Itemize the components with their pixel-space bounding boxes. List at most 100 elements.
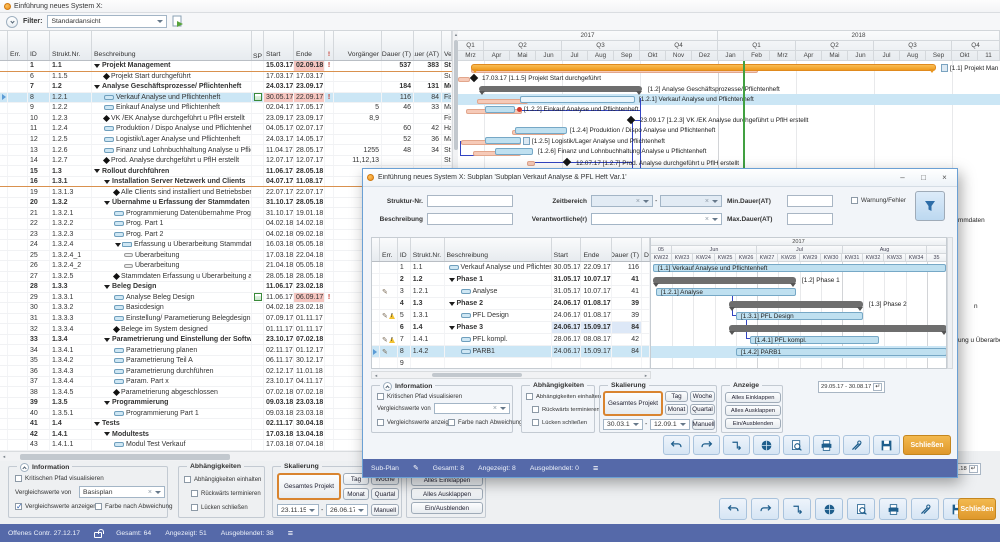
column-header[interactable]: Start (552, 238, 582, 261)
gantt-item[interactable]: [1.4.1] PFL kompl. (755, 337, 807, 344)
description-cell[interactable]: Modultests (92, 430, 252, 440)
manual-scale-button[interactable]: Manuell (371, 504, 399, 516)
scale-to-date[interactable]: 12.09.16 (650, 419, 690, 430)
description-cell[interactable]: Logistik/Lager Analyse und Pflichtenheft (92, 135, 252, 145)
row-selector[interactable] (372, 358, 380, 369)
close-gaps-checkbox[interactable]: Lücken schließen (191, 504, 248, 511)
row-selector[interactable] (0, 251, 8, 261)
row-selector[interactable] (0, 398, 8, 408)
description-cell[interactable]: PFL kompl. (445, 334, 552, 345)
list-icon[interactable]: ≡ (288, 530, 293, 536)
row-selector[interactable] (0, 430, 8, 440)
show-hide-button[interactable]: Ein/Ausblenden (411, 502, 483, 514)
export-view-icon[interactable] (172, 15, 184, 28)
description-cell[interactable]: Param. Part x (92, 377, 252, 387)
description-cell[interactable]: Beleg Design (92, 282, 252, 292)
gantt-item[interactable]: [1.3.1] PFL Design (741, 313, 794, 320)
min-duration-input[interactable] (787, 195, 833, 207)
gantt-item[interactable] (563, 158, 571, 166)
row-selector[interactable] (372, 346, 380, 357)
structure-number-input[interactable] (427, 195, 513, 207)
save-button[interactable] (873, 435, 900, 455)
gantt-item[interactable]: [1.1] Verkauf Analyse und Pflichtenheft (658, 265, 767, 272)
row-selector[interactable] (0, 72, 8, 82)
week-scale-button[interactable]: Woche (690, 391, 715, 402)
column-header[interactable]: Start (264, 31, 294, 60)
description-input[interactable] (427, 213, 513, 225)
table-row[interactable]: 8 1.2.1 Verkauf Analyse und Pflichtenhef… (0, 93, 452, 104)
show-hide-button[interactable]: Ein/Ausblenden (725, 418, 781, 429)
gantt-item[interactable] (485, 137, 521, 144)
column-header[interactable] (0, 31, 8, 60)
gantt-item[interactable] (495, 148, 533, 155)
gantt-item[interactable] (523, 137, 530, 145)
row-selector[interactable] (0, 240, 8, 250)
gantt-item[interactable]: 23.09.17 [1.2.3] VK /EK Analyse durchgef… (640, 117, 808, 124)
dialog-table-scrollbar[interactable]: ◄ ► (371, 371, 651, 379)
row-selector[interactable] (0, 440, 8, 450)
row-selector[interactable] (0, 187, 8, 197)
gantt-item[interactable]: [1.2.2] Einkauf Analyse und Pflichtenhef… (524, 106, 638, 113)
table-row[interactable]: 1 1.1 Verkauf Analyse und Pflichtenheft … (372, 262, 650, 274)
undo-button[interactable] (663, 435, 690, 455)
keep-dependencies-checkbox[interactable]: Abhängigkeiten einhalten (526, 393, 601, 400)
row-selector[interactable] (0, 272, 8, 282)
row-selector[interactable] (0, 377, 8, 387)
description-cell[interactable]: Produktion / Dispo Analyse und Pflichten… (92, 124, 252, 134)
gantt-item[interactable]: [1.2] Phase 1 (802, 277, 840, 284)
critical-path-checkbox[interactable]: Kritischen Pfad visualisieren (15, 475, 104, 482)
description-cell[interactable]: Überarbeitung (92, 261, 252, 271)
row-selector[interactable] (0, 82, 8, 92)
description-cell[interactable]: Tests (92, 419, 252, 429)
description-cell[interactable]: Parametrierung Teil A (92, 356, 252, 366)
minimize-button[interactable]: – (894, 171, 911, 184)
gantt-item[interactable] (653, 277, 796, 284)
expand-all-button[interactable]: Alles Ausklappen (725, 405, 781, 416)
gantt-item[interactable]: [1.4.2] PARB1 (741, 349, 781, 356)
column-header[interactable]: Strukt.Nr. (50, 31, 92, 60)
column-header[interactable]: Dauer (T) (612, 238, 642, 261)
unlock-icon[interactable] (94, 532, 102, 538)
table-row[interactable]: 9 (372, 358, 650, 369)
description-cell[interactable]: Phase 1 (445, 274, 552, 285)
table-row[interactable]: ✎ 3 1.2.1 Analyse 31.05.17 10.07.17 41 (372, 286, 650, 298)
row-selector[interactable] (0, 124, 8, 134)
description-cell[interactable]: Modul Test Verkauf (92, 440, 252, 450)
description-cell[interactable]: Verkauf Analyse und Pflichtenheft (445, 262, 552, 273)
close-gaps-checkbox[interactable]: Lücken schließen (532, 419, 587, 426)
column-header[interactable]: ID (398, 238, 411, 261)
description-cell[interactable]: Parametrierung durchführen (92, 366, 252, 376)
row-selector[interactable] (0, 324, 8, 334)
expand-all-button[interactable]: Alles Ausklappen (411, 488, 483, 500)
maximize-button[interactable]: □ (915, 171, 932, 184)
row-selector[interactable] (0, 345, 8, 355)
gantt-item[interactable] (458, 77, 470, 82)
scale-to-date[interactable]: 26.06.17 (326, 504, 368, 516)
time-range-to-select[interactable]: × (660, 195, 722, 207)
description-cell[interactable]: Erfassung u Überarbeitung Stammdaten (92, 240, 252, 250)
description-cell[interactable] (445, 358, 552, 369)
column-header[interactable]: Dauer (T) (382, 31, 414, 60)
month-scale-button[interactable]: Monat (665, 404, 688, 415)
description-cell[interactable]: Parametrierung planen (92, 345, 252, 355)
row-selector[interactable] (0, 419, 8, 429)
max-duration-input[interactable] (787, 213, 833, 225)
row-selector[interactable] (0, 387, 8, 397)
description-cell[interactable]: Projekt Start durchgeführt (92, 72, 252, 82)
collapse-all-button[interactable]: Alles Einklappen (725, 392, 781, 403)
description-cell[interactable]: Alle Clients sind installiert und Betrie… (92, 187, 252, 197)
view-filter-select[interactable]: Standardansicht (47, 15, 167, 28)
table-row[interactable]: 11 1.2.4 Produktion / Dispo Analyse und … (0, 124, 452, 135)
gantt-item[interactable] (471, 64, 936, 71)
description-cell[interactable]: PFL Design (445, 310, 552, 321)
description-cell[interactable]: VK /EK Analyse durchgeführt u PflH erste… (92, 114, 252, 124)
row-selector[interactable] (0, 103, 8, 113)
table-row[interactable]: 4 1.3 Phase 2 24.06.17 01.08.17 39 (372, 298, 650, 310)
description-cell[interactable]: Parametrierung und Einstellung der Softw… (92, 335, 252, 345)
print-button[interactable] (879, 498, 907, 520)
gantt-item[interactable] (527, 161, 535, 166)
keep-dependencies-checkbox[interactable]: Abhängigkeiten einhalten (184, 476, 261, 483)
critical-path-checkbox[interactable]: Kritischen Pfad visualisieren (377, 393, 462, 400)
description-cell[interactable]: Analyse Geschäftsprozesse/ Pflichtenheft (92, 82, 252, 92)
visible-range-box[interactable]: 29.05.17 - 30.08.17↵ (818, 381, 885, 393)
